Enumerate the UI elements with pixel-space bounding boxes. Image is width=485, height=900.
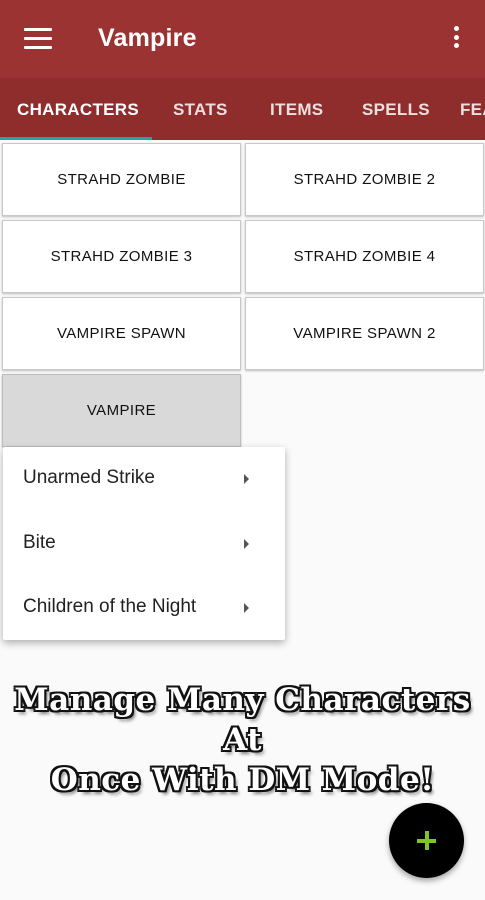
menu-item-bite[interactable]: Bite (3, 512, 285, 576)
character-button[interactable]: STRAHD ZOMBIE 3 (2, 220, 241, 293)
more-vert-icon[interactable] (446, 26, 466, 54)
app-bar: Vampire (0, 0, 485, 78)
menu-item-children-of-the-night[interactable]: Children of the Night (3, 576, 285, 640)
popup-menu: Unarmed Strike Bite Children of the Nigh… (3, 447, 285, 640)
submenu-arrow-icon (244, 603, 249, 613)
promo-line-1: Manage Many Characters At (14, 682, 471, 758)
menu-item-label: Children of the Night (23, 596, 197, 617)
character-button[interactable]: STRAHD ZOMBIE (2, 143, 241, 216)
page-title: Vampire (98, 24, 197, 52)
tab-features[interactable]: FEA (460, 100, 485, 120)
menu-item-unarmed-strike[interactable]: Unarmed Strike (3, 447, 285, 511)
promo-line-2: Once With DM Mode! (50, 762, 435, 798)
character-button-selected[interactable]: VAMPIRE (2, 374, 241, 447)
submenu-arrow-icon (244, 539, 249, 549)
tab-bar: CHARACTERS STATS ITEMS SPELLS FEA (0, 78, 485, 140)
menu-item-label: Unarmed Strike (23, 467, 155, 488)
plus-icon-vertical (425, 831, 429, 850)
tab-characters[interactable]: CHARACTERS (17, 100, 139, 120)
tab-items[interactable]: ITEMS (270, 100, 323, 120)
tab-indicator (0, 137, 152, 140)
character-button[interactable]: STRAHD ZOMBIE 2 (245, 143, 484, 216)
submenu-arrow-icon (244, 474, 249, 484)
tab-spells[interactable]: SPELLS (362, 100, 430, 120)
menu-item-label: Bite (23, 532, 56, 553)
tab-stats[interactable]: STATS (173, 100, 228, 120)
hamburger-icon[interactable] (24, 28, 52, 50)
character-button[interactable]: STRAHD ZOMBIE 4 (245, 220, 484, 293)
character-button[interactable]: VAMPIRE SPAWN (2, 297, 241, 370)
character-button[interactable]: VAMPIRE SPAWN 2 (245, 297, 484, 370)
promo-caption: Manage Many Characters At Once With DM M… (0, 680, 485, 800)
add-fab-button[interactable] (389, 803, 464, 878)
